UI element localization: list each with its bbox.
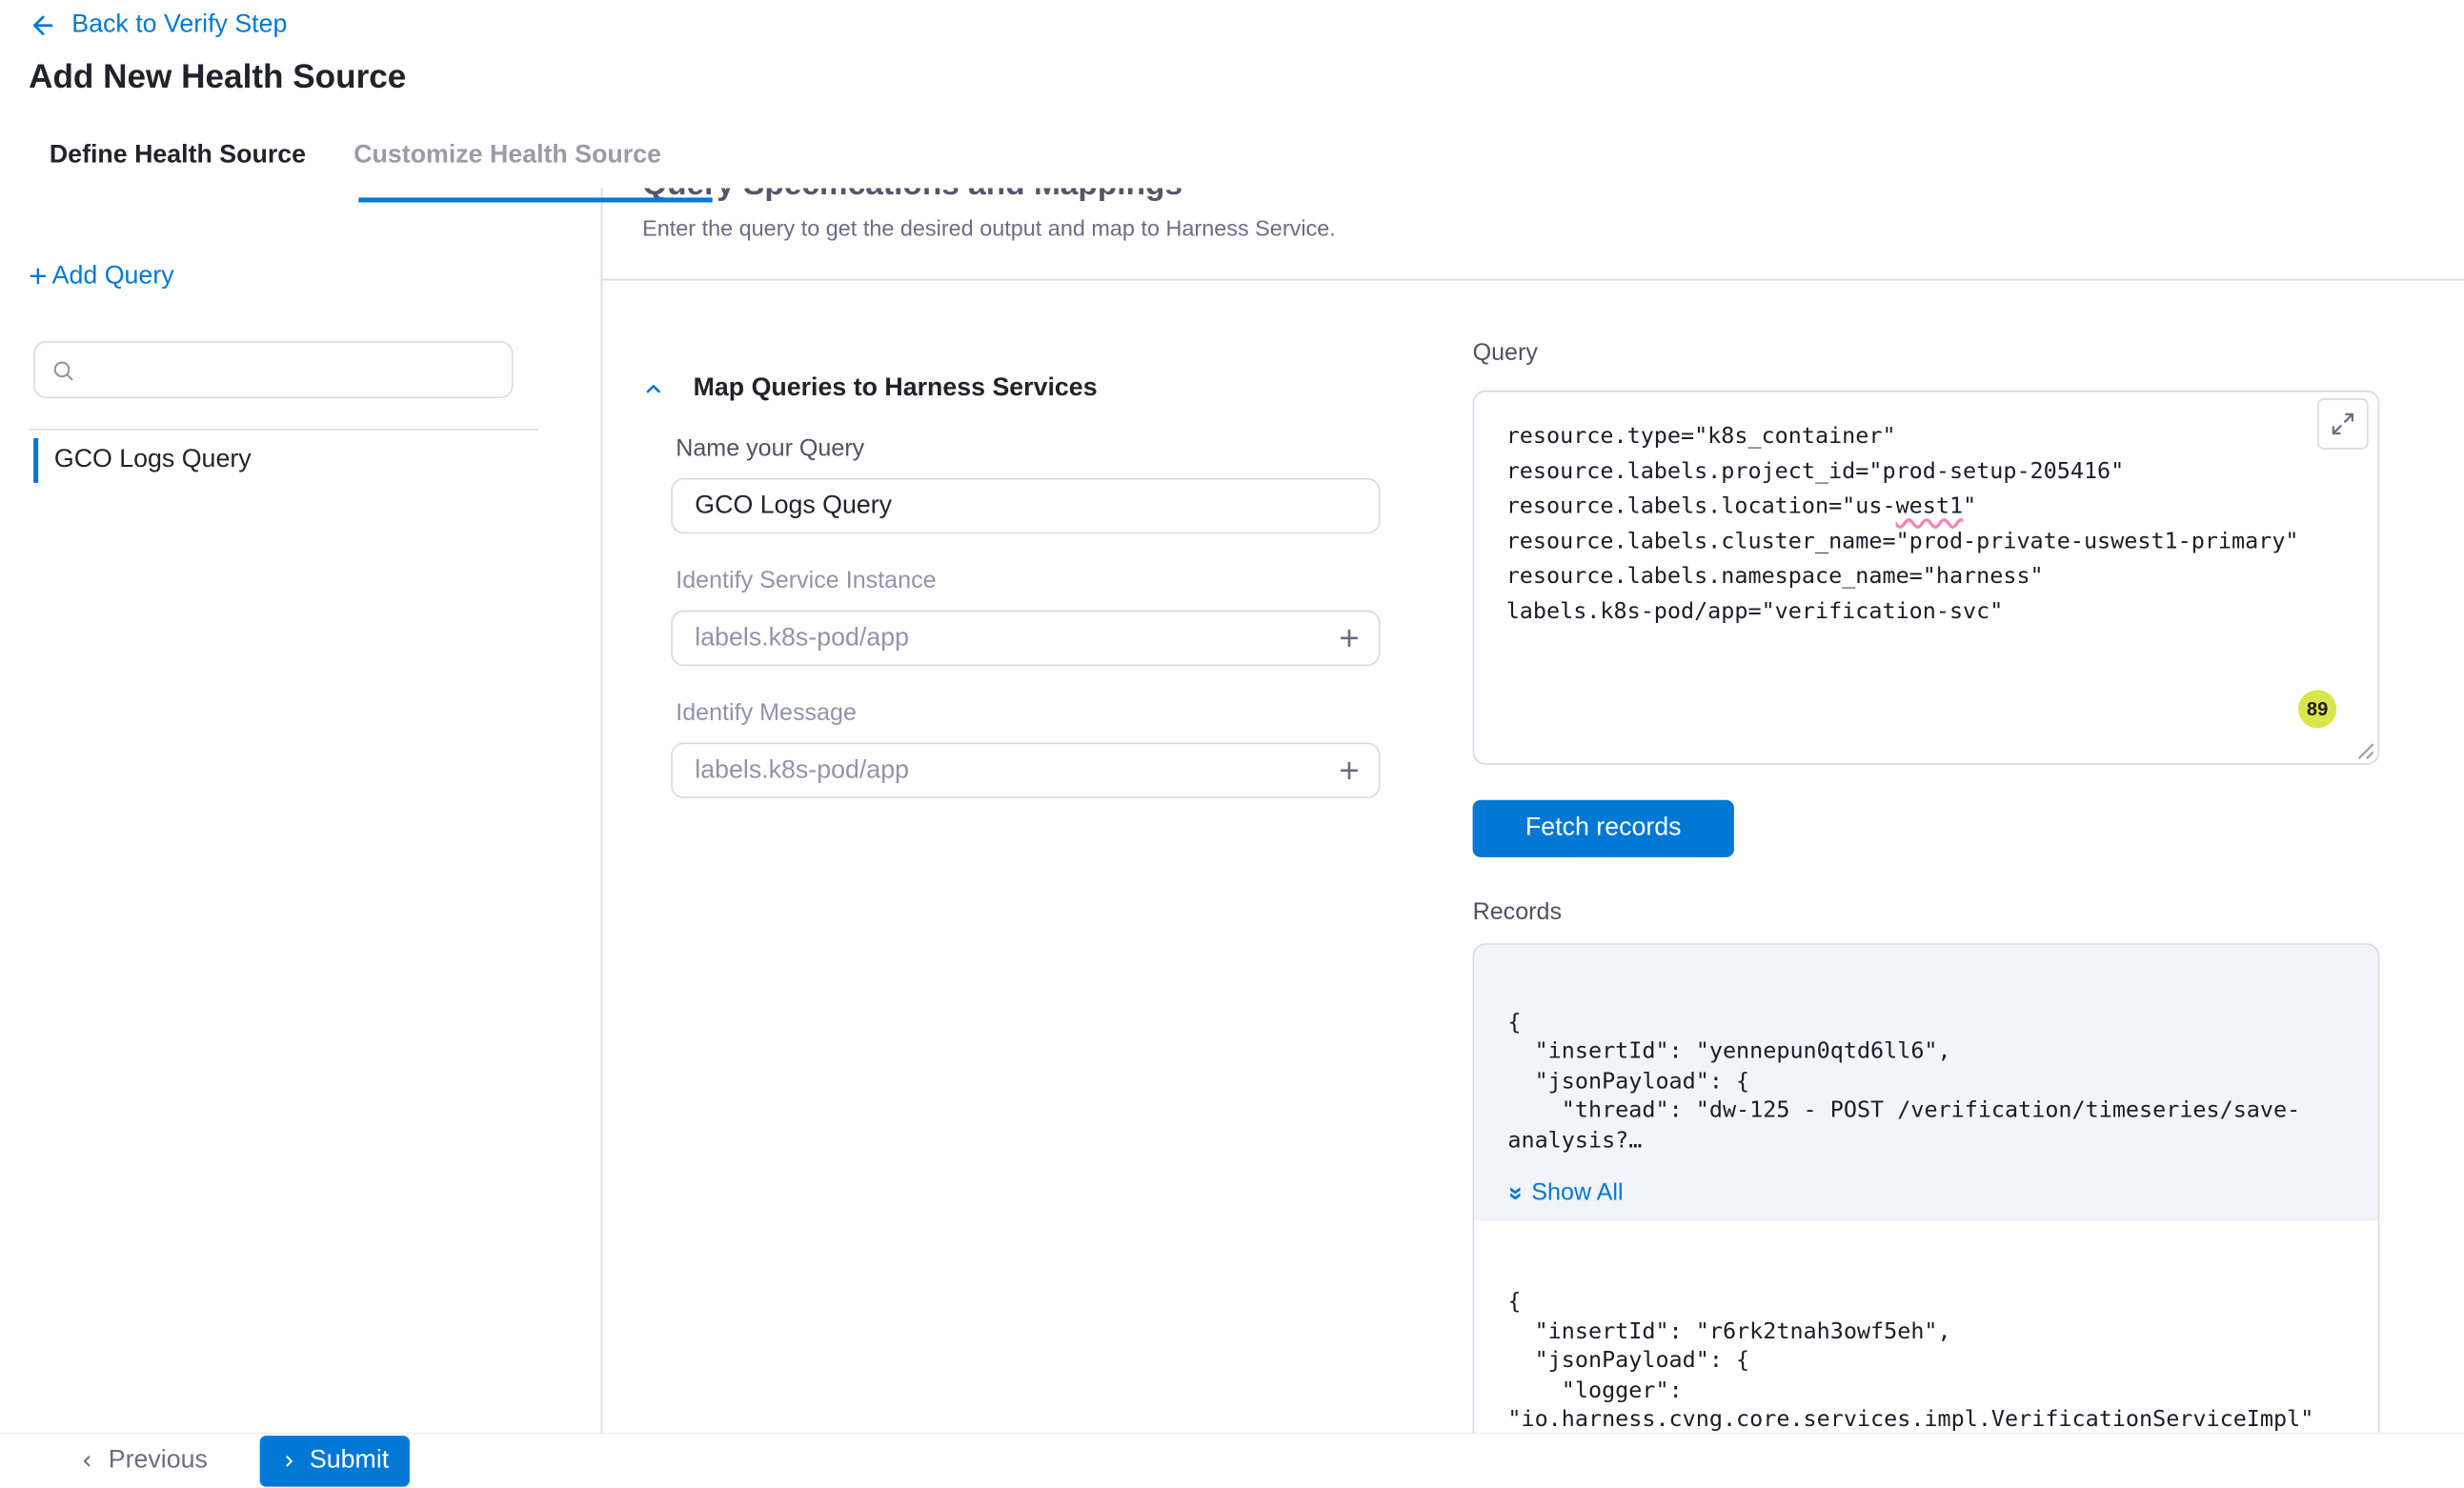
chevron-right-icon	[281, 1450, 298, 1472]
plus-icon[interactable]: +	[1339, 753, 1360, 788]
active-tab-indicator	[358, 197, 712, 202]
main-panel: Query Specifications and Mappings Enter …	[602, 188, 2464, 1488]
map-queries-form: Map Queries to Harness Services Name you…	[642, 339, 1412, 1488]
tab-customize-health-source[interactable]: Customize Health Source	[353, 142, 661, 171]
page-title: Add New Health Source	[29, 59, 2464, 97]
search-input[interactable]	[88, 353, 495, 385]
back-to-verify-step-link[interactable]: Back to Verify Step	[29, 10, 287, 41]
query-name-input[interactable]	[671, 478, 1380, 534]
tab-bar: Define Health Source Customize Health So…	[0, 142, 2464, 187]
record-json: { "insertId": "r6rk2tnah3owf5eh", "jsonP…	[1507, 1288, 2346, 1435]
records-panel: { "insertId": "yennepun0qtd6ll6", "jsonP…	[1473, 943, 2380, 1488]
query-sidebar: + Add Query GCO Logs Query	[0, 188, 602, 1488]
message-input[interactable]	[671, 742, 1380, 798]
section-heading: Query Specifications and Mappings	[642, 188, 2435, 204]
records-label: Records	[1473, 898, 2380, 927]
add-query-button[interactable]: + Add Query	[29, 261, 174, 292]
plus-icon: +	[29, 261, 48, 292]
show-all-label: Show All	[1531, 1179, 1623, 1209]
query-search-box	[33, 341, 513, 398]
query-name-field	[671, 478, 1380, 534]
submit-label: Submit	[310, 1447, 389, 1476]
expand-icon	[2330, 412, 2355, 437]
workspace: + Add Query GCO Logs Query Query Specifi…	[0, 188, 2464, 1488]
tab-define-health-source[interactable]: Define Health Source	[50, 142, 306, 171]
sidebar-divider	[29, 429, 538, 431]
query-list-item[interactable]: GCO Logs Query	[33, 438, 600, 483]
query-mapping-row: Map Queries to Harness Services Name you…	[642, 339, 2435, 1488]
submit-button[interactable]: Submit	[260, 1436, 410, 1487]
query-item-label: GCO Logs Query	[54, 446, 252, 474]
query-label: Query	[1473, 339, 2380, 368]
identify-service-instance-label: Identify Service Instance	[676, 567, 1412, 595]
show-all-link[interactable]: » Show All	[1507, 1179, 1623, 1209]
wizard-footer: Previous Submit	[0, 1434, 2464, 1488]
arrow-left-icon	[29, 11, 57, 40]
fetch-records-button[interactable]: Fetch records	[1473, 800, 1734, 857]
map-queries-title: Map Queries to Harness Services	[694, 374, 1098, 403]
previous-label: Previous	[109, 1447, 208, 1476]
double-chevron-down-icon: »	[1502, 1187, 1527, 1201]
service-instance-field: +	[671, 611, 1380, 667]
page-header: Back to Verify Step Add New Health Sourc…	[0, 0, 2464, 97]
record-item: { "insertId": "yennepun0qtd6ll6", "jsonP…	[1474, 945, 2377, 1221]
plus-icon[interactable]: +	[1339, 621, 1360, 656]
search-icon	[51, 358, 75, 382]
expand-query-button[interactable]	[2317, 398, 2369, 450]
section-subheading: Enter the query to get the desired outpu…	[642, 215, 2435, 241]
previous-button[interactable]: Previous	[78, 1447, 208, 1476]
message-field: +	[671, 742, 1380, 798]
back-link-label: Back to Verify Step	[71, 11, 287, 40]
resize-handle-icon[interactable]	[2357, 742, 2374, 759]
add-query-label: Add Query	[52, 263, 174, 292]
query-code[interactable]: resource.type="k8s_container" resource.l…	[1474, 392, 2377, 629]
add-health-source-page: Back to Verify Step Add New Health Sourc…	[0, 0, 2464, 1488]
map-queries-header: Map Queries to Harness Services	[642, 372, 1412, 404]
service-instance-input[interactable]	[671, 611, 1380, 667]
char-count-badge: 89	[2298, 690, 2336, 728]
name-your-query-label: Name your Query	[676, 435, 1412, 464]
identify-message-label: Identify Message	[676, 699, 1412, 728]
query-editor[interactable]: resource.type="k8s_container" resource.l…	[1473, 391, 2380, 765]
chevron-up-icon[interactable]	[642, 377, 664, 399]
record-item: { "insertId": "r6rk2tnah3owf5eh", "jsonP…	[1474, 1221, 2377, 1435]
chevron-left-icon	[78, 1450, 95, 1472]
record-json: { "insertId": "yennepun0qtd6ll6", "jsonP…	[1507, 1009, 2346, 1156]
section-divider	[602, 279, 2464, 281]
query-panel: Query resource.type="k8s_container" reso…	[1473, 339, 2380, 1488]
